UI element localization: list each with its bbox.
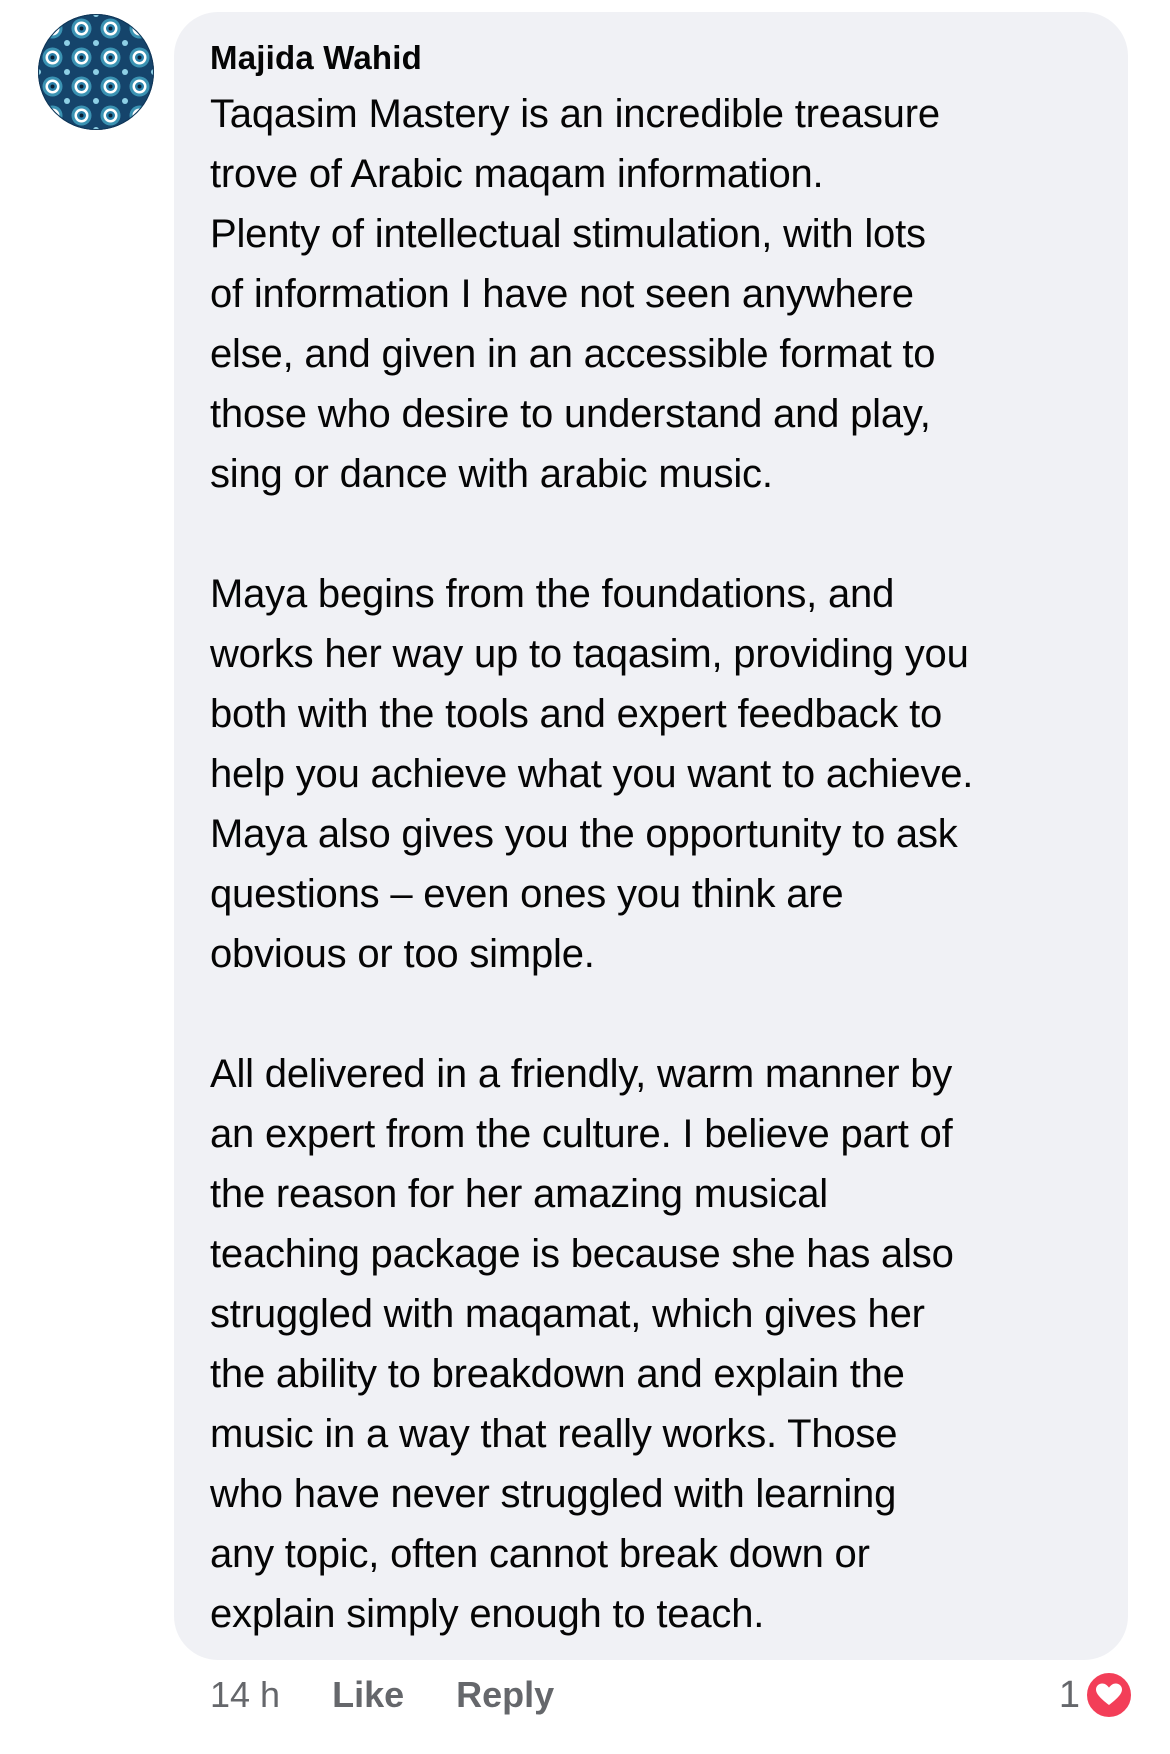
- reply-button[interactable]: Reply: [456, 1674, 554, 1716]
- reaction-count: 1: [1058, 1673, 1080, 1716]
- comment-actions: 14 h Like Reply: [210, 1667, 606, 1723]
- like-button[interactable]: Like: [332, 1674, 404, 1716]
- reaction-summary[interactable]: 1: [1059, 1667, 1134, 1723]
- timestamp: 14 h: [210, 1674, 281, 1715]
- comment-paragraph: All delivered in a friendly, warm manner…: [210, 1052, 954, 1636]
- comment: Majida Wahid Taqasim Mastery is an incre…: [0, 0, 1170, 1754]
- patterned-avatar-icon: [38, 14, 154, 130]
- author-name[interactable]: Majida Wahid: [210, 36, 1098, 80]
- heart-icon: [1084, 1670, 1134, 1720]
- comment-paragraph: Taqasim Mastery is an incredible treasur…: [210, 92, 940, 496]
- comment-bubble: Majida Wahid Taqasim Mastery is an incre…: [174, 12, 1128, 1660]
- comment-paragraph: Maya begins from the foundations, and wo…: [210, 572, 974, 976]
- avatar[interactable]: [38, 14, 154, 130]
- comment-body: Taqasim Mastery is an incredible treasur…: [210, 84, 1098, 1644]
